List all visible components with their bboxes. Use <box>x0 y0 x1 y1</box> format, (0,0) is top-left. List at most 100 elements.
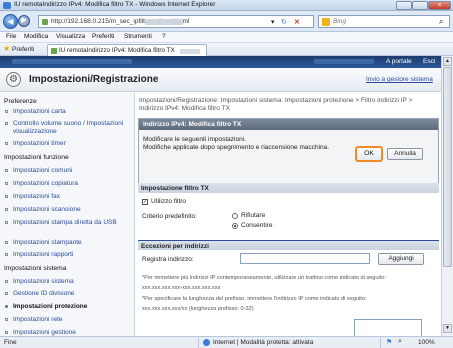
back-button[interactable]: ◀ <box>3 14 18 29</box>
menu-modifica[interactable]: Modifica <box>24 33 48 40</box>
menu-help[interactable]: ? <box>162 33 166 40</box>
tab-title: IU remotaIndirizzo IPv4: Modifica filtro… <box>59 47 175 54</box>
ie-icon <box>3 2 11 9</box>
main-content: Impostazioni/Registrazione: Impostazioni… <box>136 93 441 336</box>
status-divider <box>198 338 199 348</box>
sidebar-item-gestione[interactable]: Impostazioni gestione <box>5 329 131 336</box>
redacted-text <box>180 49 200 54</box>
dialog-message: Modificare le seguenti impostazioni. Mod… <box>143 136 343 152</box>
admin-link[interactable]: Invio a gestore sistema <box>366 76 433 83</box>
menu-bar: File Modifica Visualizza Preferiti Strum… <box>0 32 453 43</box>
sidebar-item-id-divisione[interactable]: Gestione ID divisione <box>5 290 131 298</box>
globe-icon <box>203 339 210 346</box>
search-icon[interactable]: ⌕ <box>439 17 443 27</box>
refresh-icon[interactable]: ↻ <box>281 18 287 27</box>
bullet-icon <box>5 292 8 295</box>
favorites-button[interactable]: ★ Preferiti <box>3 44 34 53</box>
zoom-level[interactable]: 100% <box>418 339 435 346</box>
forward-button[interactable]: ▶ <box>18 15 30 27</box>
sidebar-item-scansione[interactable]: Impostazioni scansione <box>5 206 131 214</box>
zoom-icon[interactable]: ⌕ <box>398 338 402 346</box>
confirm-dialog: Indirizzo IPv4: Modifica filtro TX Modif… <box>138 118 439 188</box>
page-header: ⚙ Impostazioni/Registrazione Invio a ges… <box>0 68 441 92</box>
allow-radio[interactable] <box>232 223 238 229</box>
settings-icon: ⚙ <box>6 72 21 87</box>
url-field[interactable]: http://192.168.0.215/m_sec_ipfilter_v4se… <box>38 15 314 28</box>
sidebar-item-sistema[interactable]: Impostazioni sistema <box>5 278 131 286</box>
browser-tab[interactable]: IU remotaIndirizzo IPv4: Modifica filtro… <box>47 44 207 56</box>
address-toolbar: ◀ ▶ http://192.168.0.215/m_sec_ipfilter_… <box>0 11 453 32</box>
bullet-icon <box>5 122 8 125</box>
menu-strumenti[interactable]: Strumenti <box>124 33 152 40</box>
section-header-filtro: Impostazione filtro TX <box>138 183 439 193</box>
register-address-label: Registra indirizzo: <box>142 256 194 263</box>
search-box[interactable]: Bing ⌕ <box>318 15 450 28</box>
redacted-user <box>314 59 374 64</box>
logout-link[interactable]: Esci <box>423 58 435 65</box>
reject-radio[interactable] <box>232 213 238 219</box>
window-title: IU remotaIndirizzo IPv4: Modifica filtro… <box>14 1 216 8</box>
device-banner: A portale Esci <box>0 56 441 68</box>
sidebar-item-volume[interactable]: Controllo volume suono / Impostazioni vi… <box>5 120 131 136</box>
menu-file[interactable]: File <box>6 33 16 40</box>
allow-label: Consentire <box>241 222 273 229</box>
bing-icon <box>322 18 330 26</box>
note-prefix: *Per specificare la lunghezza del prefis… <box>142 296 367 302</box>
status-text: Fine <box>4 339 17 346</box>
sidebar-item-timer[interactable]: Impostazioni timer <box>5 140 131 148</box>
sidebar-section-funzione: Impostazioni funzione <box>4 154 69 161</box>
bullet-icon <box>5 241 8 244</box>
bullet-icon <box>5 208 8 211</box>
sidebar-item-comuni[interactable]: Impostazioni comuni <box>5 167 131 175</box>
stop-icon[interactable]: ✕ <box>294 18 300 27</box>
sidebar-item-protezione[interactable]: Impostazioni protezione <box>5 303 131 311</box>
sidebar-item-rete[interactable]: Impostazioni rete <box>5 316 131 324</box>
ok-button[interactable]: OK <box>355 146 383 162</box>
sidebar: Preferenze Impostazioni carta Controllo … <box>0 93 135 336</box>
dialog-line-1: Modificare le seguenti impostazioni. <box>143 136 246 143</box>
security-zone: Internet | Modalità protetta: attivata <box>213 339 314 346</box>
status-divider <box>380 338 381 348</box>
scroll-up-icon[interactable]: ▲ <box>443 57 452 66</box>
menu-visualizza[interactable]: Visualizza <box>56 33 85 40</box>
bullet-icon <box>5 280 8 283</box>
sidebar-item-usb[interactable]: Impostazioni stampa diretta da USB <box>5 219 131 227</box>
page-title: Impostazioni/Registrazione <box>29 74 159 85</box>
tab-favicon <box>51 48 57 54</box>
sidebar-item-carta[interactable]: Impostazioni carta <box>5 108 131 116</box>
vertical-scrollbar[interactable]: ▲ ▼ <box>441 56 453 336</box>
bullet-icon <box>5 182 8 185</box>
note-range: *Per immettere più indirizzi IP contempo… <box>142 275 386 281</box>
cancel-button[interactable]: Annulla <box>387 148 423 160</box>
bullet-icon <box>5 110 8 113</box>
sidebar-item-copiatura[interactable]: Impostazioni copiatura <box>5 180 131 188</box>
redacted-device-name <box>12 59 132 64</box>
maximize-button[interactable] <box>412 1 428 10</box>
menu-preferiti[interactable]: Preferiti <box>92 33 114 40</box>
star-icon: ★ <box>3 44 11 53</box>
bullet-icon <box>5 142 8 145</box>
default-policy-label: Criterio predefinito: <box>142 213 197 220</box>
search-placeholder: Bing <box>333 18 347 25</box>
add-button[interactable]: Aggiungi <box>378 253 424 265</box>
sidebar-item-stampante[interactable]: Impostazioni stampante <box>5 239 131 247</box>
address-list[interactable] <box>354 319 422 336</box>
status-bar: Fine Internet | Modalità protetta: attiv… <box>0 336 453 348</box>
sidebar-item-fax[interactable]: Impostazioni fax <box>5 193 131 201</box>
bullet-icon <box>5 221 8 224</box>
minimize-button[interactable] <box>396 1 412 10</box>
scroll-down-icon[interactable]: ▼ <box>443 324 452 333</box>
protected-mode-icon: ⚑ <box>386 339 393 346</box>
bullet-icon <box>5 305 8 308</box>
register-address-input[interactable] <box>240 253 370 264</box>
redacted-text <box>145 19 183 25</box>
portal-link[interactable]: A portale <box>386 58 412 65</box>
use-filter-checkbox[interactable]: ✓ <box>142 199 148 205</box>
close-button[interactable]: × <box>428 1 451 10</box>
note-range-example: xxx.xxx.xxx.xxx-xxx.xxx.xxx.xxx <box>142 285 221 291</box>
favorites-bar: ★ Preferiti IU remotaIndirizzo IPv4: Mod… <box>0 43 453 56</box>
sidebar-item-rapporti[interactable]: Impostazioni rapporti <box>5 251 131 259</box>
dropdown-icon[interactable]: ▾ <box>271 18 275 27</box>
window-titlebar: IU remotaIndirizzo IPv4: Modifica filtro… <box>0 0 453 11</box>
scroll-thumb[interactable] <box>443 67 452 267</box>
